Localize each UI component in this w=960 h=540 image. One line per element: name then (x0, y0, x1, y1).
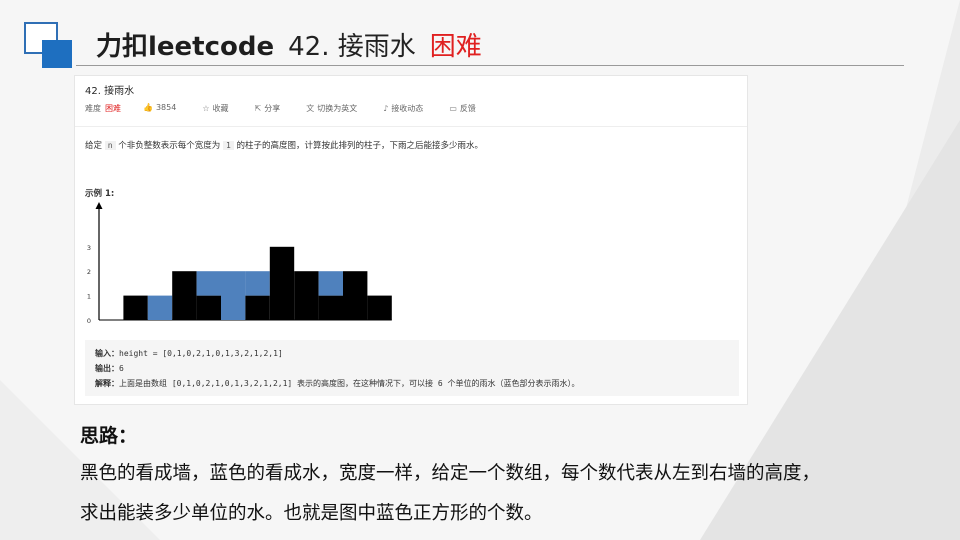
wall-bar (196, 295, 221, 320)
wall-bar (269, 246, 295, 320)
desc-text-1: 给定 (85, 141, 103, 151)
desc-code-1: 1 (222, 141, 234, 150)
slide-title: 力扣leetcode 42. 接雨水 困难 (96, 26, 482, 63)
title-problem: 42. 接雨水 (288, 32, 416, 62)
elevation-map-chart: 0 1 2 3 (87, 202, 392, 325)
wall-bar (367, 295, 392, 320)
favorite-label: 收藏 (212, 104, 229, 113)
feedback-button[interactable]: ▭ 反馈 (449, 103, 484, 114)
share-label: 分享 (264, 104, 281, 113)
translate-icon: 文 (306, 104, 315, 113)
io-output-label: 输出： (95, 364, 119, 373)
io-input-label: 输入： (95, 349, 119, 358)
desc-code-n: n (104, 141, 116, 150)
title-brand: 力扣leetcode (96, 32, 275, 62)
logo-filled-square (42, 40, 72, 68)
water-bar (318, 271, 343, 296)
y-axis-arrow (95, 202, 103, 209)
problem-meta-bar: 难度 困难 👍 3854 ☆ 收藏 ⇱ 分享 文切换为英文 ♪ 接收动态 ▭ 反馈 (85, 103, 502, 114)
io-explain-line: 解释：上面是由数组 [0,1,0,2,1,0,1,3,2,1,2,1] 表示的高… (95, 378, 580, 389)
problem-description: 给定 n 个非负整数表示每个宽度为 1 的柱子的高度图，计算按此排列的柱子，下雨… (85, 139, 483, 151)
subscribe-button[interactable]: ♪ 接收动态 (383, 103, 431, 114)
water-bar (147, 295, 173, 320)
title-underline (76, 65, 904, 66)
switch-language-label: 切换为英文 (317, 104, 358, 113)
feedback-label: 反馈 (459, 104, 476, 113)
wall-bar (343, 271, 368, 320)
wall-bar (245, 295, 270, 320)
example-title: 示例 1: (85, 189, 115, 199)
io-explain-label: 解释： (95, 379, 119, 388)
wall-bar (294, 271, 319, 320)
title-difficulty: 困难 (429, 32, 482, 62)
meta-divider (75, 126, 747, 127)
subscribe-label: 接收动态 (391, 104, 424, 113)
wall-bar (318, 295, 343, 320)
difficulty-value: 困难 (105, 104, 121, 113)
y-tick-label: 3 (87, 244, 91, 252)
difficulty-label: 难度 (85, 104, 101, 113)
share-button[interactable]: ⇱ 分享 (255, 103, 289, 114)
like-count: 3854 (155, 103, 177, 112)
desc-text-2: 个非负整数表示每个宽度为 (118, 141, 221, 151)
problem-title: 42. 接雨水 (85, 86, 135, 97)
water-bar (245, 271, 270, 296)
io-output-value: 6 (119, 364, 124, 373)
water-bar (221, 271, 246, 320)
water-bar (196, 271, 221, 296)
comment-icon: ▭ (449, 104, 457, 113)
notes-heading: 思路： (80, 425, 138, 447)
io-explain-value: 上面是由数组 [0,1,0,2,1,0,1,3,2,1,2,1] 表示的高度图，… (119, 379, 580, 388)
star-icon: ☆ (202, 104, 210, 113)
wall-bar (172, 271, 197, 320)
example-io-block: 输入：height = [0,1,0,2,1,0,1,3,2,1,2,1] 输出… (85, 340, 739, 396)
switch-language-button[interactable]: 文切换为英文 (306, 103, 365, 114)
bell-icon: ♪ (383, 104, 389, 113)
y-tick-label: 2 (87, 268, 91, 276)
favorite-button[interactable]: ☆ 收藏 (202, 103, 236, 114)
problem-screenshot: 42. 接雨水 难度 困难 👍 3854 ☆ 收藏 ⇱ 分享 文切换为英文 ♪ 接收动态… (74, 75, 748, 405)
notes-line-2: 求出能装多少单位的水。也就是图中蓝色正方形的个数。 (80, 503, 543, 524)
wall-bar (123, 295, 148, 320)
y-tick-label: 1 (87, 293, 91, 301)
desc-text-3: 的柱子的高度图，计算按此排列的柱子，下雨之后能接多少雨水。 (236, 141, 484, 151)
io-output-line: 输出：6 (95, 363, 124, 374)
share-icon: ⇱ (254, 104, 262, 113)
io-input-value: height = [0,1,0,2,1,0,1,3,2,1,2,1] (119, 349, 283, 358)
notes-line-1: 黑色的看成墙，蓝色的看成水，宽度一样，给定一个数组，每个数代表从左到右墙的高度， (80, 463, 821, 484)
like-button[interactable]: 👍 3854 (143, 103, 184, 114)
thumbs-up-icon: 👍 (143, 103, 153, 112)
y-tick-label: 0 (87, 317, 91, 325)
io-input-line: 输入：height = [0,1,0,2,1,0,1,3,2,1,2,1] (95, 348, 283, 359)
